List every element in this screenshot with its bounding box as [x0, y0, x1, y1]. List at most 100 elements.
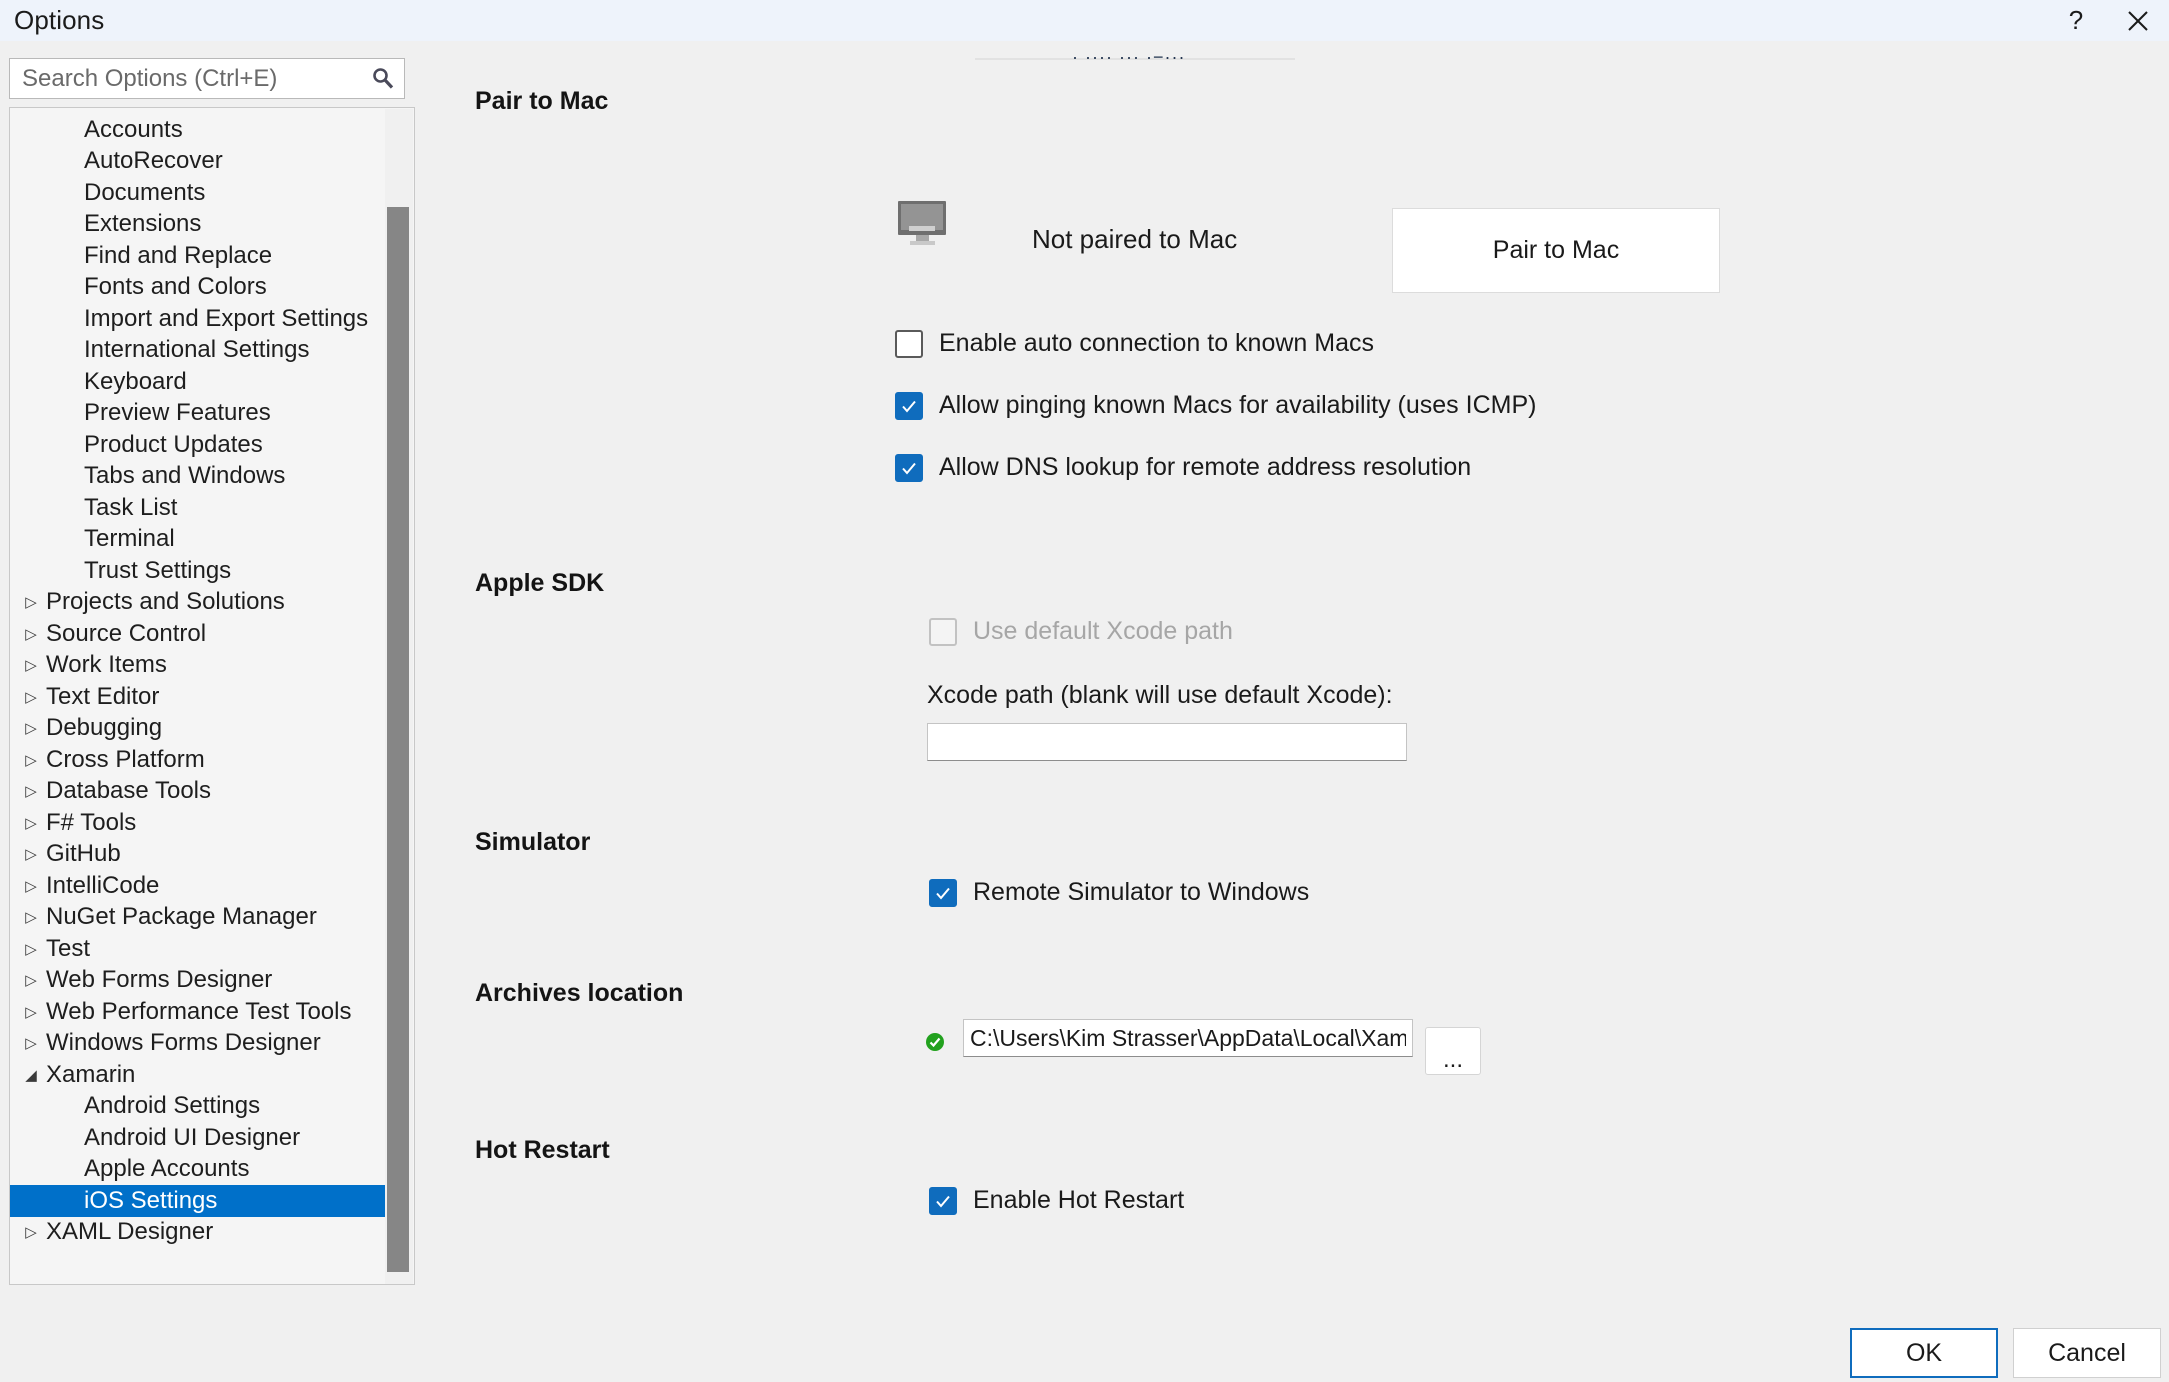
search-box[interactable] [9, 58, 405, 99]
search-input[interactable] [10, 64, 362, 93]
archives-location-input[interactable] [963, 1019, 1413, 1057]
tree-item-label: AutoRecover [84, 147, 223, 175]
checkbox-label: Allow DNS lookup for remote address reso… [939, 453, 1472, 481]
xcode-path-input[interactable] [927, 723, 1407, 761]
tree-item-cross-platform[interactable]: ▷ Cross Platform [10, 744, 386, 776]
tree-item-label: Terminal [84, 525, 175, 553]
chevron-right-icon[interactable]: ▷ [18, 719, 44, 737]
chevron-right-icon[interactable]: ▷ [18, 971, 44, 989]
tree-item-label: Text Editor [46, 682, 160, 710]
tree-item-find-and-replace[interactable]: Find and Replace [10, 240, 386, 272]
tree-item-web-performance-test-tools[interactable]: ▷ Web Performance Test Tools [10, 996, 386, 1028]
tree-item-task-list[interactable]: Task List [10, 492, 386, 524]
tree-item-international-settings[interactable]: International Settings [10, 335, 386, 367]
tree-item-autorecover[interactable]: AutoRecover [10, 146, 386, 178]
checkbox-box[interactable] [929, 878, 957, 907]
tree-item-label: Android Settings [84, 1092, 261, 1120]
tree-item-label: Product Updates [84, 430, 263, 458]
archives-browse-button[interactable]: ... [1425, 1027, 1481, 1075]
monitor-icon [895, 199, 951, 252]
cancel-button-label: Cancel [2048, 1338, 2126, 1367]
tree-item-web-forms-designer[interactable]: ▷ Web Forms Designer [10, 965, 386, 997]
ok-button[interactable]: OK [1850, 1328, 1998, 1378]
tree-item-label: Documents [84, 178, 206, 206]
tree-item-fonts-and-colors[interactable]: Fonts and Colors [10, 272, 386, 304]
tree-item-xaml-designer[interactable]: ▷ XAML Designer [10, 1217, 386, 1249]
options-category-tree[interactable]: Accounts AutoRecover Documents Extensions Fi… [9, 107, 415, 1285]
tree-item-terminal[interactable]: Terminal [10, 524, 386, 556]
chevron-right-icon[interactable]: ▷ [18, 625, 44, 643]
tree-scrollbar-track[interactable] [385, 109, 413, 1284]
tree-item-label: XAML Designer [46, 1218, 214, 1246]
pair-to-mac-button[interactable]: Pair to Mac [1392, 208, 1720, 293]
simulator-heading: Simulator [475, 828, 591, 856]
chevron-right-icon[interactable]: ▷ [18, 1034, 44, 1052]
tree-item-database-tools[interactable]: ▷ Database Tools [10, 776, 386, 808]
pair-to-mac-button-label: Pair to Mac [1492, 236, 1620, 264]
tree-item-intellicode[interactable]: ▷ IntelliCode [10, 870, 386, 902]
tree-item-debugging[interactable]: ▷ Debugging [10, 713, 386, 745]
tree-item-label: Import and Export Settings [84, 304, 369, 332]
chevron-right-icon[interactable]: ▷ [18, 751, 44, 769]
checkbox-box[interactable] [895, 391, 923, 420]
checkbox-allow-pinging[interactable]: Allow pinging known Macs for availabilit… [895, 391, 1536, 420]
tree-item-label: Projects and Solutions [46, 588, 285, 616]
checkbox-enable-auto-connection[interactable]: Enable auto connection to known Macs [895, 329, 1374, 358]
tree-item-test[interactable]: ▷ Test [10, 933, 386, 965]
tree-item-label: Extensions [84, 210, 202, 238]
tree-item-product-updates[interactable]: Product Updates [10, 429, 386, 461]
search-icon[interactable] [362, 59, 404, 98]
tree-item-tabs-and-windows[interactable]: Tabs and Windows [10, 461, 386, 493]
chevron-right-icon[interactable]: ▷ [18, 877, 44, 895]
tree-item-text-editor[interactable]: ▷ Text Editor [10, 681, 386, 713]
tree-item-accounts[interactable]: Accounts [10, 114, 386, 146]
tree-item-label: Accounts [84, 115, 183, 143]
chevron-right-icon[interactable]: ▷ [18, 782, 44, 800]
chevron-down-icon[interactable]: ◢ [18, 1066, 44, 1084]
tree-item-nuget-package-manager[interactable]: ▷ NuGet Package Manager [10, 902, 386, 934]
tree-scrollbar-thumb[interactable] [387, 207, 409, 1272]
tree-item-keyboard[interactable]: Keyboard [10, 366, 386, 398]
hot-restart-heading: Hot Restart [475, 1136, 610, 1164]
close-button[interactable] [2107, 0, 2169, 41]
tree-item-import-and-export-settings[interactable]: Import and Export Settings [10, 303, 386, 335]
tree-item-label: Preview Features [84, 399, 271, 427]
chevron-right-icon[interactable]: ▷ [18, 940, 44, 958]
tree-item-android-settings[interactable]: Android Settings [10, 1091, 386, 1123]
checkbox-box[interactable] [895, 453, 923, 482]
tree-item-source-control[interactable]: ▷ Source Control [10, 618, 386, 650]
chevron-right-icon[interactable]: ▷ [18, 814, 44, 832]
tree-item-label: Task List [84, 493, 178, 521]
options-content-pane: · ···· ··· ·−··· Pair to Mac Not paired … [424, 41, 2169, 1308]
chevron-right-icon[interactable]: ▷ [18, 845, 44, 863]
tree-item-projects-and-solutions[interactable]: ▷ Projects and Solutions [10, 587, 386, 619]
tree-item-extensions[interactable]: Extensions [10, 209, 386, 241]
chevron-right-icon[interactable]: ▷ [18, 908, 44, 926]
tree-item-apple-accounts[interactable]: Apple Accounts [10, 1154, 386, 1186]
checkbox-allow-dns-lookup[interactable]: Allow DNS lookup for remote address reso… [895, 453, 1471, 482]
tree-item-xamarin[interactable]: ◢ Xamarin [10, 1059, 386, 1091]
checkbox-box[interactable] [929, 1186, 957, 1215]
tree-item-label: Android UI Designer [84, 1123, 301, 1151]
checkbox-box[interactable] [895, 329, 923, 358]
chevron-right-icon[interactable]: ▷ [18, 593, 44, 611]
help-button[interactable]: ? [2045, 0, 2107, 41]
checkbox-enable-hot-restart[interactable]: Enable Hot Restart [929, 1186, 1184, 1215]
tree-item-android-ui-designer[interactable]: Android UI Designer [10, 1122, 386, 1154]
chevron-right-icon[interactable]: ▷ [18, 1003, 44, 1021]
cancel-button[interactable]: Cancel [2013, 1328, 2161, 1378]
tree-item-documents[interactable]: Documents [10, 177, 386, 209]
tree-item-windows-forms-designer[interactable]: ▷ Windows Forms Designer [10, 1028, 386, 1060]
tree-item-preview-features[interactable]: Preview Features [10, 398, 386, 430]
tree-item-f-tools[interactable]: ▷ F# Tools [10, 807, 386, 839]
checkbox-remote-simulator-to-windows[interactable]: Remote Simulator to Windows [929, 878, 1309, 907]
tree-item-ios-settings[interactable]: iOS Settings [10, 1185, 386, 1217]
tree-item-label: Test [46, 934, 91, 962]
tree-item-github[interactable]: ▷ GitHub [10, 839, 386, 871]
tree-item-work-items[interactable]: ▷ Work Items [10, 650, 386, 682]
tree-item-label: Windows Forms Designer [46, 1029, 321, 1057]
tree-item-trust-settings[interactable]: Trust Settings [10, 555, 386, 587]
chevron-right-icon[interactable]: ▷ [18, 688, 44, 706]
chevron-right-icon[interactable]: ▷ [18, 656, 44, 674]
chevron-right-icon[interactable]: ▷ [18, 1223, 44, 1241]
